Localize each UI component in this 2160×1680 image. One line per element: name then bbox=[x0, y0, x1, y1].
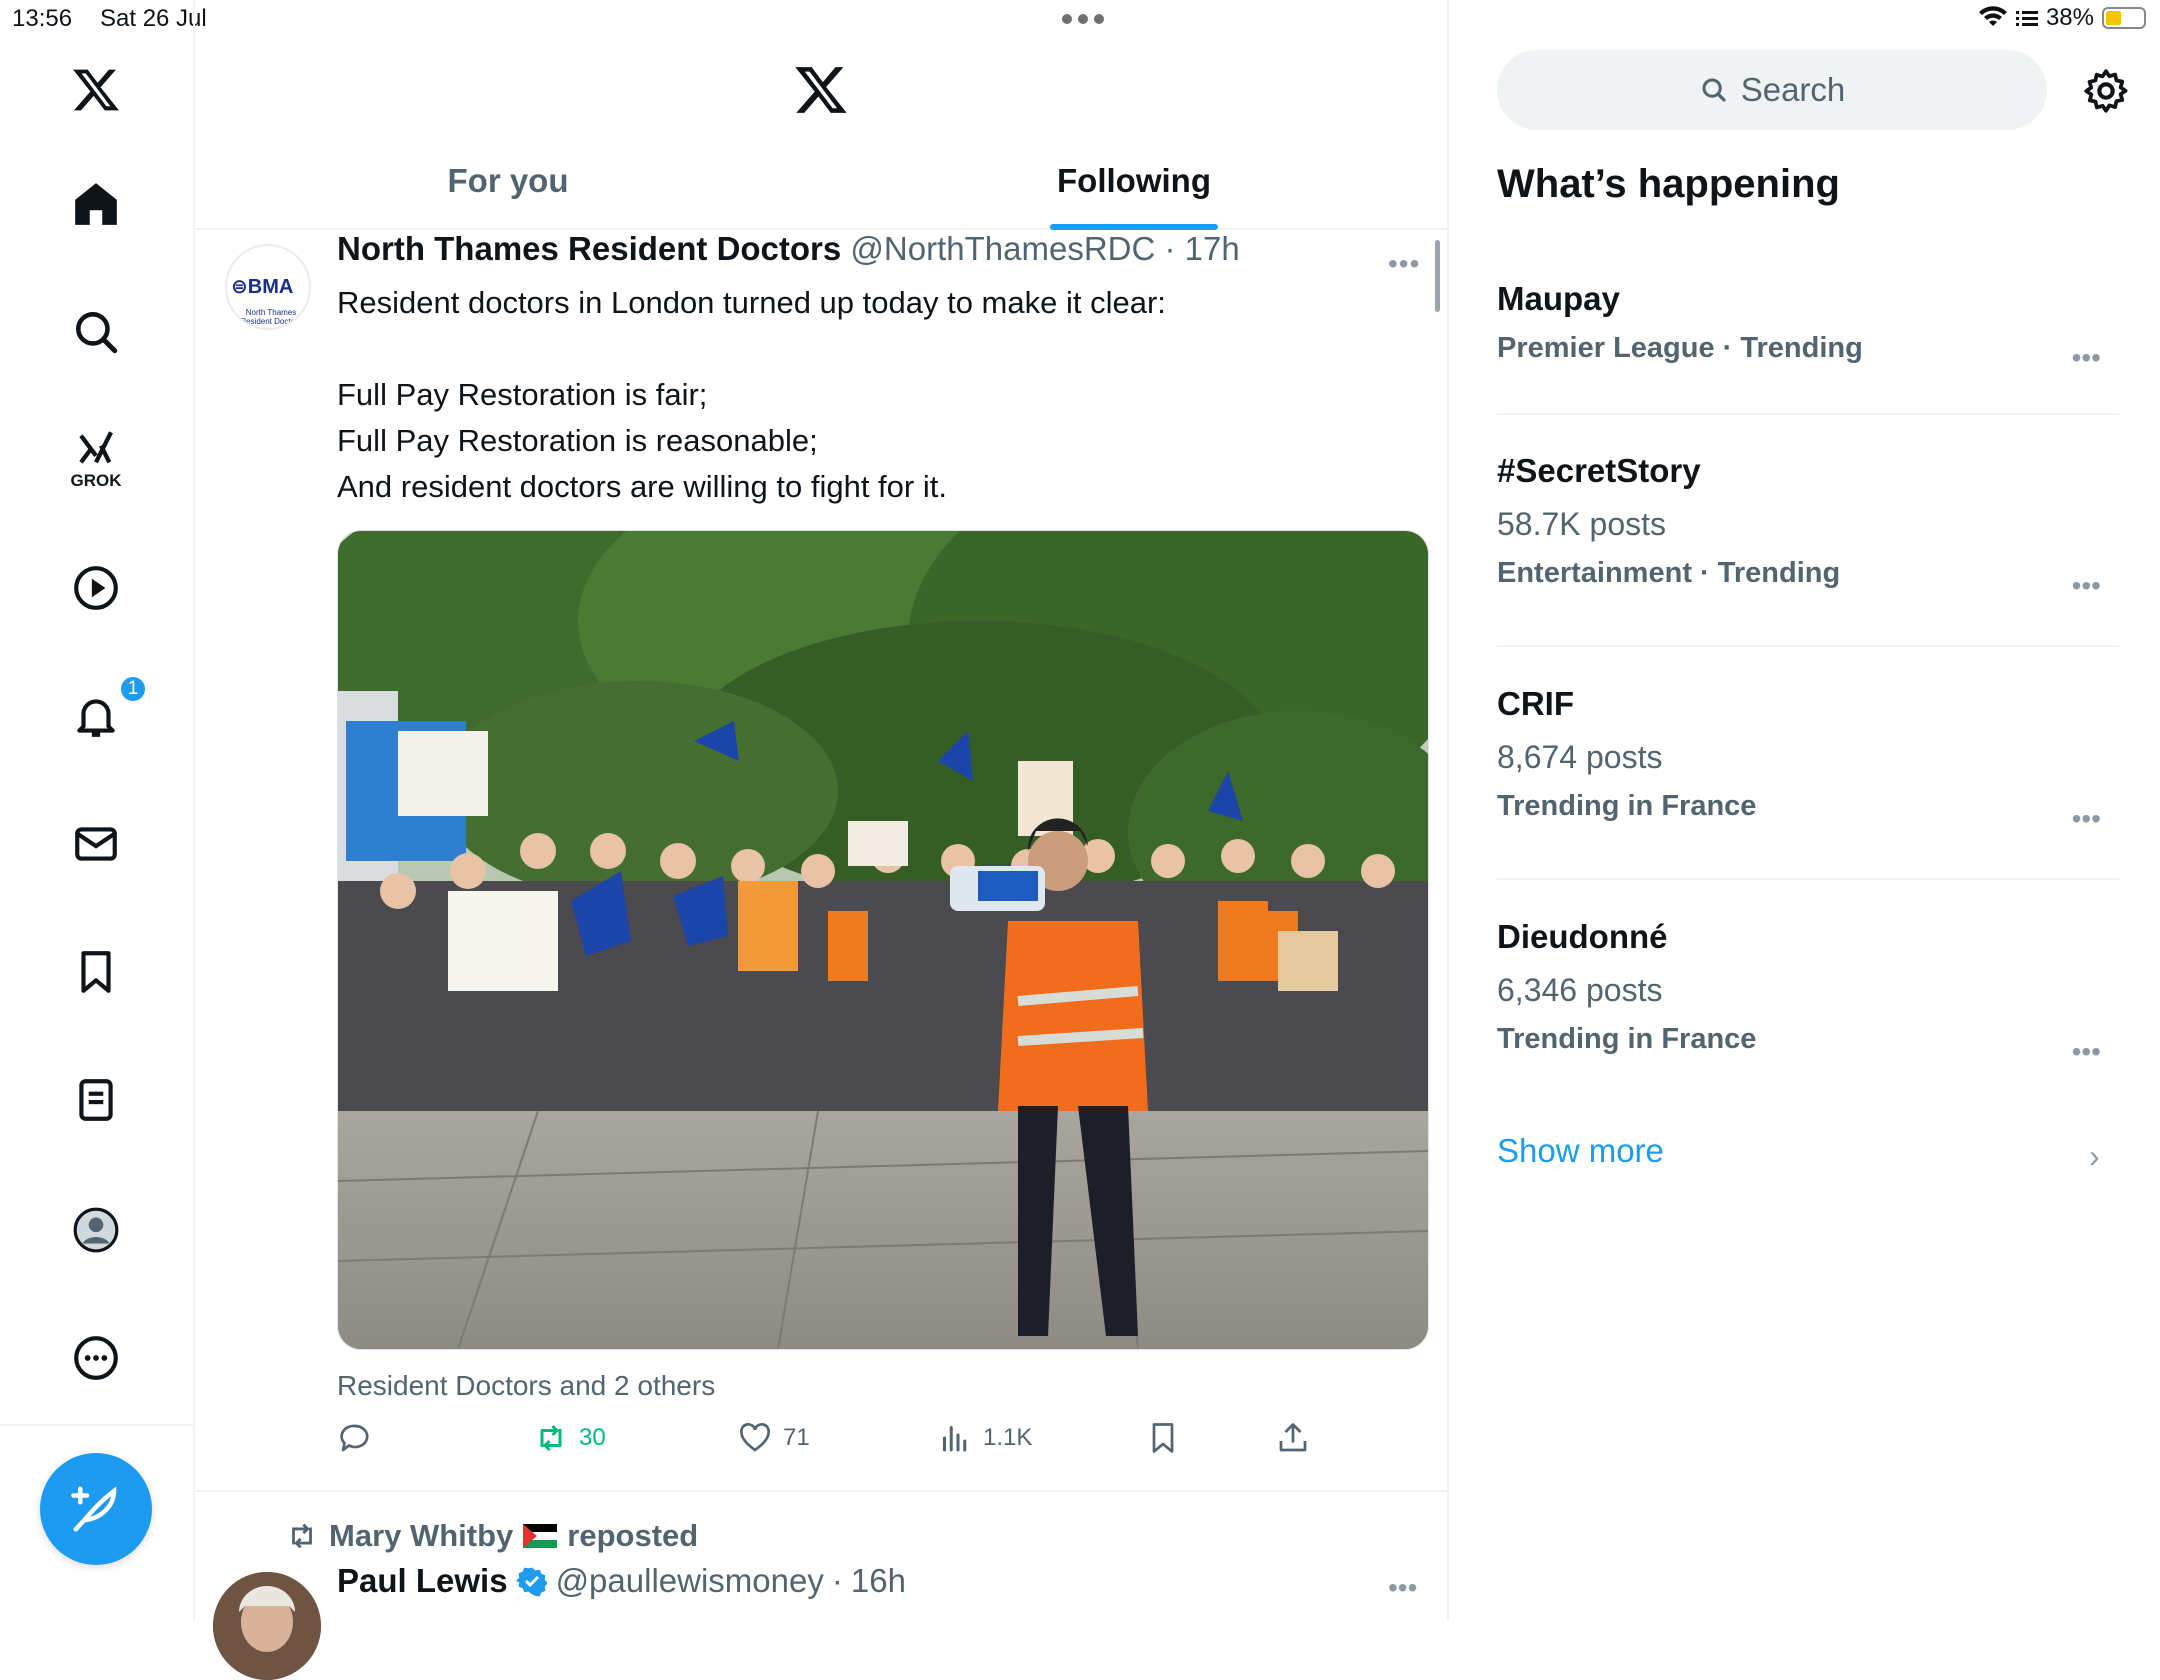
reply-icon bbox=[340, 1424, 369, 1452]
trend-divider bbox=[1497, 413, 2119, 415]
trend-meta: Premier League · Trending bbox=[1497, 332, 1863, 364]
chevron-right-icon[interactable]: › bbox=[2089, 1138, 2100, 1175]
x-logo-icon[interactable] bbox=[56, 50, 136, 130]
verified-badge-icon bbox=[515, 1567, 548, 1597]
author-avatar[interactable]: ⊜BMA North Thames Resident Doctors bbox=[225, 244, 311, 330]
next-author-avatar[interactable] bbox=[213, 1572, 321, 1680]
next-author-handle[interactable]: @paullewismoney bbox=[556, 1562, 824, 1600]
media-tagged-users[interactable]: Resident Doctors and 2 others bbox=[337, 1370, 715, 1402]
show-more-link[interactable]: Show more bbox=[1497, 1132, 1664, 1170]
bookmark-button[interactable] bbox=[1145, 1420, 1181, 1456]
search-placeholder: Search bbox=[1740, 71, 1846, 108]
profile-avatar-icon[interactable] bbox=[56, 1190, 136, 1270]
repost-icon bbox=[540, 1424, 562, 1452]
reposter-name[interactable]: Mary Whitby bbox=[329, 1518, 513, 1554]
palestine-flag-icon bbox=[523, 1524, 558, 1548]
author-name[interactable]: North Thames Resident Doctors bbox=[337, 230, 841, 267]
trend-name: Maupay bbox=[1497, 280, 1620, 317]
nav-divider bbox=[0, 1424, 193, 1426]
reposted-label: reposted bbox=[567, 1518, 699, 1553]
trend-name: #SecretStory bbox=[1497, 452, 1701, 489]
tab-for-you-label: For you bbox=[447, 162, 569, 199]
post-text: Resident doctors in London turned up tod… bbox=[337, 285, 1166, 504]
post-more-options-icon[interactable]: ••• bbox=[1388, 248, 1420, 280]
post-photo[interactable] bbox=[337, 530, 1429, 1350]
post[interactable]: ⊜BMA North Thames Resident Doctors North… bbox=[195, 230, 1447, 1492]
like-button[interactable]: 71 bbox=[737, 1420, 810, 1456]
trend-item[interactable]: Maupay Premier League · Trending ••• bbox=[1497, 280, 2119, 373]
repost-count: 30 bbox=[579, 1424, 606, 1451]
repost-context[interactable]: Mary Whitby reposted bbox=[285, 1518, 698, 1554]
trend-divider bbox=[1497, 645, 2119, 647]
trend-meta: Trending in France bbox=[1497, 790, 1757, 822]
grok-label: GROK bbox=[70, 471, 122, 490]
notifications-bell-icon[interactable]: 1 bbox=[56, 674, 148, 756]
avatar-subtext: North Thames Resident Doctors bbox=[240, 308, 302, 326]
trend-item[interactable]: CRIF 8,674 posts Trending in France ••• bbox=[1497, 685, 2119, 834]
explore-search-icon[interactable] bbox=[56, 292, 136, 372]
bookmark-icon bbox=[1152, 1423, 1174, 1453]
notification-badge: 1 bbox=[118, 674, 148, 704]
views-button[interactable]: 1.1K bbox=[937, 1420, 1032, 1456]
timeline-column: For you Following ⊜BMA North Thames Resi… bbox=[195, 0, 1449, 1680]
trend-item[interactable]: Dieudonné 6,346 posts Trending in France… bbox=[1497, 918, 2119, 1067]
whats-happening-title: What’s happening bbox=[1497, 162, 1840, 206]
more-options-icon[interactable] bbox=[56, 1318, 136, 1398]
messages-mail-icon[interactable] bbox=[56, 804, 136, 884]
compose-feather-icon bbox=[71, 1486, 117, 1532]
like-count: 71 bbox=[783, 1424, 810, 1451]
next-author-name[interactable]: Paul Lewis bbox=[337, 1562, 508, 1600]
share-icon bbox=[1279, 1423, 1307, 1452]
trend-name: Dieudonné bbox=[1497, 918, 1668, 955]
trend-more-icon[interactable]: ••• bbox=[2072, 570, 2101, 602]
tab-for-you[interactable]: For you bbox=[195, 150, 821, 228]
trend-meta: Trending in France bbox=[1497, 1023, 1757, 1055]
home-icon[interactable] bbox=[56, 164, 136, 244]
trend-name: CRIF bbox=[1497, 685, 1574, 722]
search-icon bbox=[1702, 78, 1726, 102]
post-header: North Thames Resident Doctors @NorthTham… bbox=[337, 230, 1240, 267]
timeline-tabs: For you Following bbox=[195, 150, 1447, 230]
avatar-bma-text: ⊜BMA bbox=[231, 276, 294, 298]
repost-context-icon bbox=[292, 1523, 312, 1549]
trend-posts: 8,674 posts bbox=[1497, 739, 1663, 775]
next-post-more-options-icon[interactable]: ••• bbox=[1388, 1572, 1417, 1604]
author-handle[interactable]: @NorthThamesRDC bbox=[850, 230, 1155, 267]
repost-button[interactable]: 30 bbox=[533, 1420, 606, 1456]
header-x-logo-icon bbox=[795, 67, 847, 113]
post-time[interactable]: 17h bbox=[1185, 230, 1240, 267]
right-sidebar: Search What’s happening Maupay Premier L… bbox=[1449, 0, 2160, 1620]
next-post-time[interactable]: 16h bbox=[851, 1562, 906, 1600]
video-play-icon[interactable] bbox=[56, 548, 136, 628]
post-actions: 30 71 1.1K bbox=[337, 1420, 1337, 1470]
search-input[interactable]: Search bbox=[1497, 50, 2047, 130]
grok-icon[interactable]: GROK bbox=[56, 420, 136, 500]
protest-photo-illustration bbox=[338, 531, 1428, 1349]
tab-following[interactable]: Following bbox=[821, 150, 1447, 230]
next-post-header: Paul Lewis @paullewismoney · 16h bbox=[337, 1562, 906, 1600]
tab-following-label: Following bbox=[1057, 162, 1211, 199]
settings-gear-icon[interactable] bbox=[2081, 66, 2131, 116]
views-chart-icon bbox=[943, 1426, 967, 1452]
trend-meta: Entertainment · Trending bbox=[1497, 557, 1841, 589]
trend-divider bbox=[1497, 878, 2119, 880]
views-count: 1.1K bbox=[983, 1424, 1033, 1451]
trend-more-icon[interactable]: ••• bbox=[2072, 803, 2101, 835]
scrollbar[interactable] bbox=[1435, 240, 1440, 312]
share-button[interactable] bbox=[1275, 1420, 1311, 1456]
left-navigation: GROK 1 bbox=[0, 0, 195, 1620]
trend-posts: 58.7K posts bbox=[1497, 506, 1666, 542]
trend-item[interactable]: #SecretStory 58.7K posts Entertainment ·… bbox=[1497, 452, 2119, 601]
heart-icon bbox=[740, 1423, 770, 1452]
trend-more-icon[interactable]: ••• bbox=[2072, 1036, 2101, 1068]
reply-button[interactable] bbox=[337, 1420, 373, 1456]
trend-more-icon[interactable]: ••• bbox=[2072, 342, 2101, 374]
bookmarks-icon[interactable] bbox=[56, 932, 136, 1012]
compose-post-button[interactable] bbox=[40, 1453, 152, 1565]
trend-posts: 6,346 posts bbox=[1497, 972, 1663, 1008]
lists-icon[interactable] bbox=[56, 1060, 136, 1140]
